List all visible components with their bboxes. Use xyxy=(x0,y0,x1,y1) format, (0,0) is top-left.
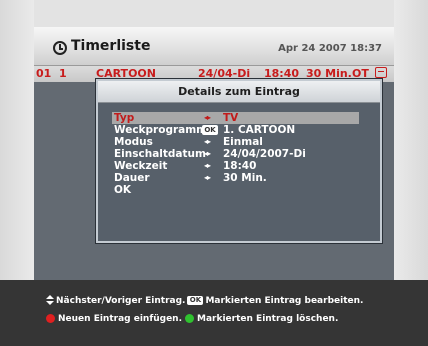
left-right-arrows-icon: ◂▸ xyxy=(204,173,211,182)
up-down-arrows-icon xyxy=(46,295,54,306)
left-right-arrows-icon: ◂▸ xyxy=(204,161,211,170)
details-dialog: Details zum Eintrag Typ ◂▸ TV Weckprogra… xyxy=(96,79,382,243)
ok-key-icon: OK xyxy=(187,296,204,305)
row-label: Typ xyxy=(114,112,135,124)
timer-channel-number: 1 xyxy=(59,67,67,80)
help-line-colors: Neuen Eintrag einfügen. Markierten Eintra… xyxy=(46,313,338,325)
record-icon xyxy=(375,67,387,78)
row-label: Einschaltdatum xyxy=(114,148,206,160)
left-right-arrows-icon: ◂▸ xyxy=(204,137,211,146)
dialog-title: Details zum Eintrag xyxy=(178,85,300,98)
help-navigate-text: Nächster/Voriger Eintrag. xyxy=(56,296,186,306)
timer-list-window: Timerliste Apr 24 2007 18:37 01 1 CARTOO… xyxy=(34,27,394,280)
row-typ[interactable]: Typ ◂▸ TV xyxy=(112,112,359,124)
row-value: 24/04/2007-Di xyxy=(223,148,306,160)
left-right-arrows-icon: ◂▸ xyxy=(204,113,211,122)
left-right-arrows-icon: ◂▸ xyxy=(204,149,211,158)
ok-button-icon: OK xyxy=(202,125,218,135)
title-bar: Timerliste Apr 24 2007 18:37 xyxy=(34,27,394,66)
current-datetime: Apr 24 2007 18:37 xyxy=(278,43,382,54)
green-button-icon xyxy=(185,314,195,323)
dialog-header: Details zum Eintrag xyxy=(98,81,380,103)
row-value: 30 Min. xyxy=(223,172,267,184)
row-dauer[interactable]: Dauer ◂▸ 30 Min. xyxy=(112,172,359,184)
red-button-icon xyxy=(46,314,55,323)
background-left xyxy=(0,0,34,280)
background-right xyxy=(394,0,428,280)
help-insert-text: Neuen Eintrag einfügen. xyxy=(58,314,183,324)
window-title: Timerliste xyxy=(71,38,151,54)
row-ok[interactable]: OK xyxy=(112,184,359,196)
row-label: Weckprogramm xyxy=(114,124,208,136)
clock-icon xyxy=(53,41,67,55)
help-delete-text: Markierten Eintrag löschen. xyxy=(197,314,339,324)
row-label: Weckzeit xyxy=(114,160,168,172)
row-label: Modus xyxy=(114,136,153,148)
row-weckzeit[interactable]: Weckzeit ◂▸ 18:40 xyxy=(112,160,359,172)
ok-button[interactable]: OK xyxy=(114,184,131,196)
row-einschaltdatum[interactable]: Einschaltdatum ◂▸ 24/04/2007-Di xyxy=(112,148,359,160)
row-modus[interactable]: Modus ◂▸ Einmal xyxy=(112,136,359,148)
row-label: Dauer xyxy=(114,172,150,184)
row-value: TV xyxy=(223,112,239,124)
row-value: 18:40 xyxy=(223,160,257,172)
help-bar: Nächster/Voriger Eintrag. OK Markierten Ei… xyxy=(0,280,428,346)
row-value: Einmal xyxy=(223,136,263,148)
row-value: 1. CARTOON xyxy=(223,124,296,136)
timer-index: 01 xyxy=(36,67,52,80)
help-edit-text: Markierten Eintrag bearbeiten. xyxy=(205,296,364,306)
help-line-navigation: Nächster/Voriger Eintrag. OK Markierten Ei… xyxy=(46,295,363,307)
row-weckprogramm[interactable]: Weckprogramm OK 1. CARTOON xyxy=(112,124,359,136)
